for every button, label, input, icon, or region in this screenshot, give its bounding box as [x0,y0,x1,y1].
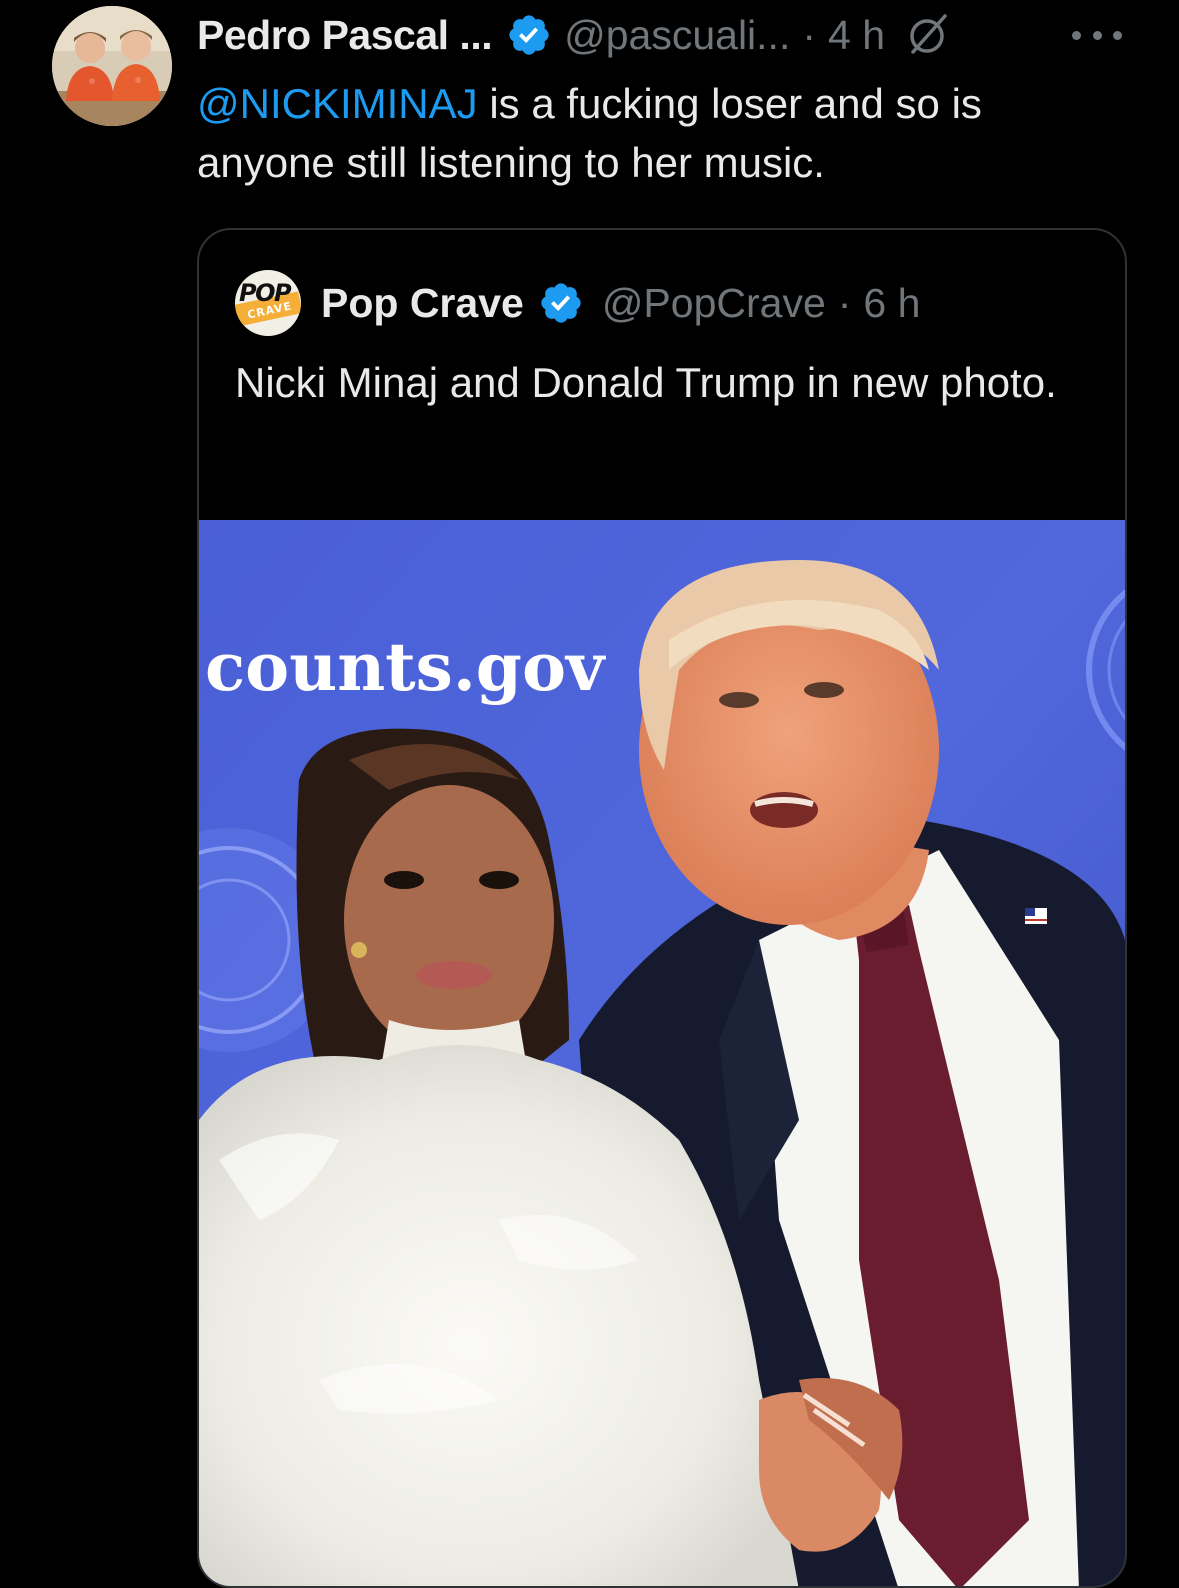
quoted-tweet-photo[interactable]: counts.gov [199,520,1125,1586]
grok-icon[interactable] [905,12,951,58]
more-dot [1092,30,1102,40]
header-separator: · [802,11,816,58]
author-handle[interactable]: @pascuali... [564,12,790,59]
more-icon[interactable] [1072,22,1122,48]
author-avatar[interactable] [52,6,172,126]
quoted-author-avatar[interactable]: POP CRAVE [235,270,301,336]
more-dot [1113,30,1122,40]
author-display-name[interactable]: Pedro Pascal ... [197,12,493,59]
quoted-tweet[interactable]: POP CRAVE Pop Crave @PopCrave · 6 h Nick… [197,228,1127,1588]
tweet[interactable]: Pedro Pascal ... @pascuali... · 4 h @NIC… [0,0,1179,1588]
quoted-author-handle[interactable]: @PopCrave [602,280,826,327]
verified-badge-icon[interactable] [506,12,552,58]
photo-illustration: counts.gov [199,520,1125,1586]
quoted-tweet-text: Nicki Minaj and Donald Trump in new phot… [235,359,1057,406]
author-avatar-image [52,6,172,126]
quoted-header-separator: · [837,279,852,326]
backdrop-text: counts.gov [205,628,606,706]
quoted-author-display-name[interactable]: Pop Crave [321,280,524,327]
quoted-tweet-header: POP CRAVE Pop Crave @PopCrave · 6 h [235,270,920,336]
verified-badge-icon[interactable] [538,280,584,326]
tweet-header: Pedro Pascal ... @pascuali... · 4 h [197,10,951,60]
quoted-tweet-timestamp[interactable]: 6 h [863,280,920,327]
tweet-text: @NICKIMINAJ is a fucking loser and so is… [197,74,1127,192]
more-dot [1072,30,1081,40]
mention-link[interactable]: @NICKIMINAJ [197,80,478,127]
tweet-timestamp[interactable]: 4 h [828,12,885,59]
